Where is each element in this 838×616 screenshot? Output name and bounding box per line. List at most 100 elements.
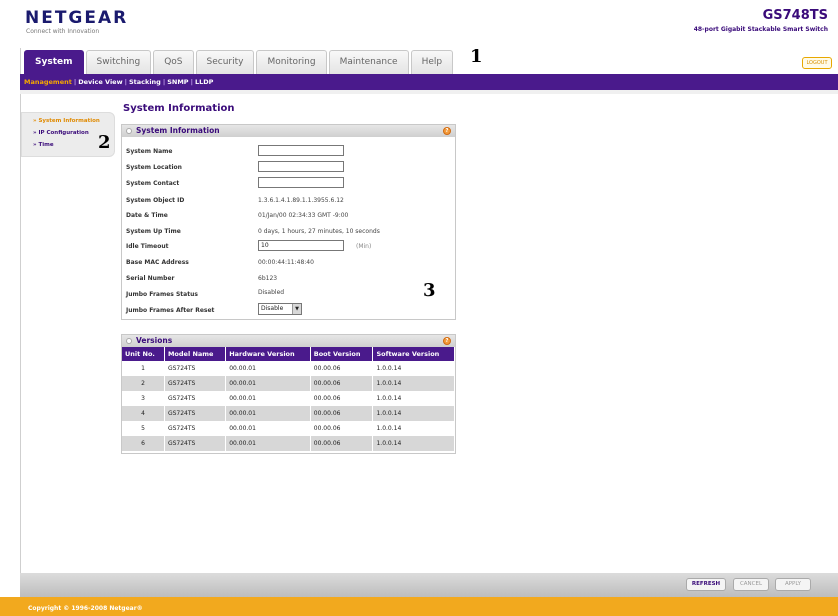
tab-maintenance[interactable]: Maintenance xyxy=(328,50,409,74)
cell-hw: 00.00.01 xyxy=(225,436,311,451)
label-system-up-time: System Up Time xyxy=(126,228,181,235)
system-information-panel: System Information ? System Name System … xyxy=(121,124,456,320)
versions-panel: Versions ? Unit No. Model Name Hardware … xyxy=(121,334,456,454)
idle-timeout-input[interactable]: 10 xyxy=(258,240,344,251)
model-description: 48-port Gigabit Stackable Smart Switch xyxy=(693,26,828,33)
table-row: 1 GS724TS 00.00.01 00.00.06 1.0.0.14 xyxy=(122,361,455,376)
cell-model: GS724TS xyxy=(164,406,227,421)
label-date-time: Date & Time xyxy=(126,212,168,219)
cell-unit: 1 xyxy=(122,361,165,376)
tab-switching[interactable]: Switching xyxy=(85,50,152,74)
subnav-stacking[interactable]: Stacking xyxy=(129,78,161,86)
jumbo-frames-after-reset-select[interactable]: Disable ▼ xyxy=(258,303,302,315)
table-row: 2 GS724TS 00.00.01 00.00.06 1.0.0.14 xyxy=(122,376,455,391)
cell-boot: 00.00.06 xyxy=(310,421,374,436)
callout-3: 3 xyxy=(423,280,436,301)
subnav-snmp[interactable]: SNMP xyxy=(167,78,188,86)
cell-sw: 1.0.0.14 xyxy=(372,361,455,376)
cell-sw: 1.0.0.14 xyxy=(372,391,455,406)
label-system-name: System Name xyxy=(126,148,173,155)
cell-hw: 00.00.01 xyxy=(225,406,311,421)
tab-help[interactable]: Help xyxy=(410,50,454,74)
main-tabs: System Switching QoS Security Monitoring… xyxy=(24,50,454,74)
collapse-icon[interactable] xyxy=(126,338,132,344)
cell-model: GS724TS xyxy=(164,436,227,451)
table-row: 6 GS724TS 00.00.01 00.00.06 1.0.0.14 xyxy=(122,436,455,451)
cell-boot: 00.00.06 xyxy=(310,361,374,376)
subnav-management[interactable]: Management xyxy=(24,78,72,86)
label-system-location: System Location xyxy=(126,164,182,171)
cell-model: GS724TS xyxy=(164,391,227,406)
value-system-object-id: 1.3.6.1.4.1.89.1.1.3955.6.12 xyxy=(258,197,344,204)
help-icon[interactable]: ? xyxy=(443,127,451,135)
label-jumbo-frames-status: Jumbo Frames Status xyxy=(126,291,198,298)
idle-timeout-unit: (Min) xyxy=(356,243,372,250)
system-location-input[interactable] xyxy=(258,161,344,172)
label-serial-number: Serial Number xyxy=(126,275,175,282)
leftmenu-ip-configuration[interactable]: » IP Configuration xyxy=(33,130,89,136)
collapse-icon[interactable] xyxy=(126,128,132,134)
system-name-input[interactable] xyxy=(258,145,344,156)
tab-monitoring[interactable]: Monitoring xyxy=(256,50,327,74)
table-header-row: Unit No. Model Name Hardware Version Boo… xyxy=(122,347,455,361)
apply-button[interactable]: APPLY xyxy=(775,578,811,591)
col-unit-no: Unit No. xyxy=(122,347,165,361)
subnav-lldp[interactable]: LLDP xyxy=(195,78,213,86)
cell-unit: 6 xyxy=(122,436,165,451)
value-jumbo-frames-status: Disabled xyxy=(258,289,285,296)
cell-unit: 5 xyxy=(122,421,165,436)
panel-title: Versions xyxy=(136,336,173,345)
leftmenu-system-information[interactable]: » System Information xyxy=(33,118,100,124)
label-system-object-id: System Object ID xyxy=(126,197,185,204)
subnav-device-view[interactable]: Device View xyxy=(78,78,122,86)
cell-hw: 00.00.01 xyxy=(225,361,311,376)
tab-qos[interactable]: QoS xyxy=(153,50,194,74)
panel-header: Versions ? xyxy=(122,335,455,347)
label-system-contact: System Contact xyxy=(126,180,180,187)
cell-unit: 3 xyxy=(122,391,165,406)
label-idle-timeout: Idle Timeout xyxy=(126,243,169,250)
callout-1: 1 xyxy=(470,46,483,67)
tab-system[interactable]: System xyxy=(24,50,84,74)
value-date-time: 01/Jan/00 02:34:33 GMT -9:00 xyxy=(258,212,349,219)
cell-unit: 4 xyxy=(122,406,165,421)
cell-model: GS724TS xyxy=(164,361,227,376)
value-serial-number: 6b123 xyxy=(258,275,278,282)
cell-sw: 1.0.0.14 xyxy=(372,406,455,421)
panel-title: System Information xyxy=(136,126,220,135)
label-jumbo-frames-after-reset: Jumbo Frames After Reset xyxy=(126,307,215,314)
refresh-button[interactable]: REFRESH xyxy=(686,578,726,591)
model-name: GS748TS xyxy=(762,8,828,23)
system-contact-input[interactable] xyxy=(258,177,344,188)
tagline: Connect with Innovation xyxy=(26,28,100,35)
value-base-mac: 00:00:44:11:48:40 xyxy=(258,259,314,266)
cell-hw: 00.00.01 xyxy=(225,421,311,436)
table-row: 3 GS724TS 00.00.01 00.00.06 1.0.0.14 xyxy=(122,391,455,406)
table-row: 4 GS724TS 00.00.01 00.00.06 1.0.0.14 xyxy=(122,406,455,421)
callout-2: 2 xyxy=(98,132,111,153)
copyright-text: Copyright © 1996-2008 Netgear® xyxy=(28,605,143,612)
leftmenu-time[interactable]: » Time xyxy=(33,142,54,148)
label-base-mac: Base MAC Address xyxy=(126,259,189,266)
tab-security[interactable]: Security xyxy=(195,50,255,74)
col-boot-version: Boot Version xyxy=(310,347,374,361)
col-hardware-version: Hardware Version xyxy=(225,347,311,361)
cell-model: GS724TS xyxy=(164,376,227,391)
help-icon[interactable]: ? xyxy=(443,337,451,345)
versions-table: Unit No. Model Name Hardware Version Boo… xyxy=(122,347,455,451)
cell-sw: 1.0.0.14 xyxy=(372,376,455,391)
cancel-button[interactable]: CANCEL xyxy=(733,578,769,591)
col-model-name: Model Name xyxy=(164,347,227,361)
select-value: Disable xyxy=(261,305,284,312)
cell-boot: 00.00.06 xyxy=(310,376,374,391)
cell-sw: 1.0.0.14 xyxy=(372,421,455,436)
logout-button[interactable]: LOGOUT xyxy=(802,57,832,69)
cell-boot: 00.00.06 xyxy=(310,436,374,451)
cell-boot: 00.00.06 xyxy=(310,406,374,421)
chevron-down-icon[interactable]: ▼ xyxy=(292,304,301,314)
header: NETGEAR Connect with Innovation GS748TS … xyxy=(0,0,838,48)
col-software-version: Software Version xyxy=(372,347,455,361)
subnav-shadow xyxy=(20,90,838,94)
cell-boot: 00.00.06 xyxy=(310,391,374,406)
cell-unit: 2 xyxy=(122,376,165,391)
